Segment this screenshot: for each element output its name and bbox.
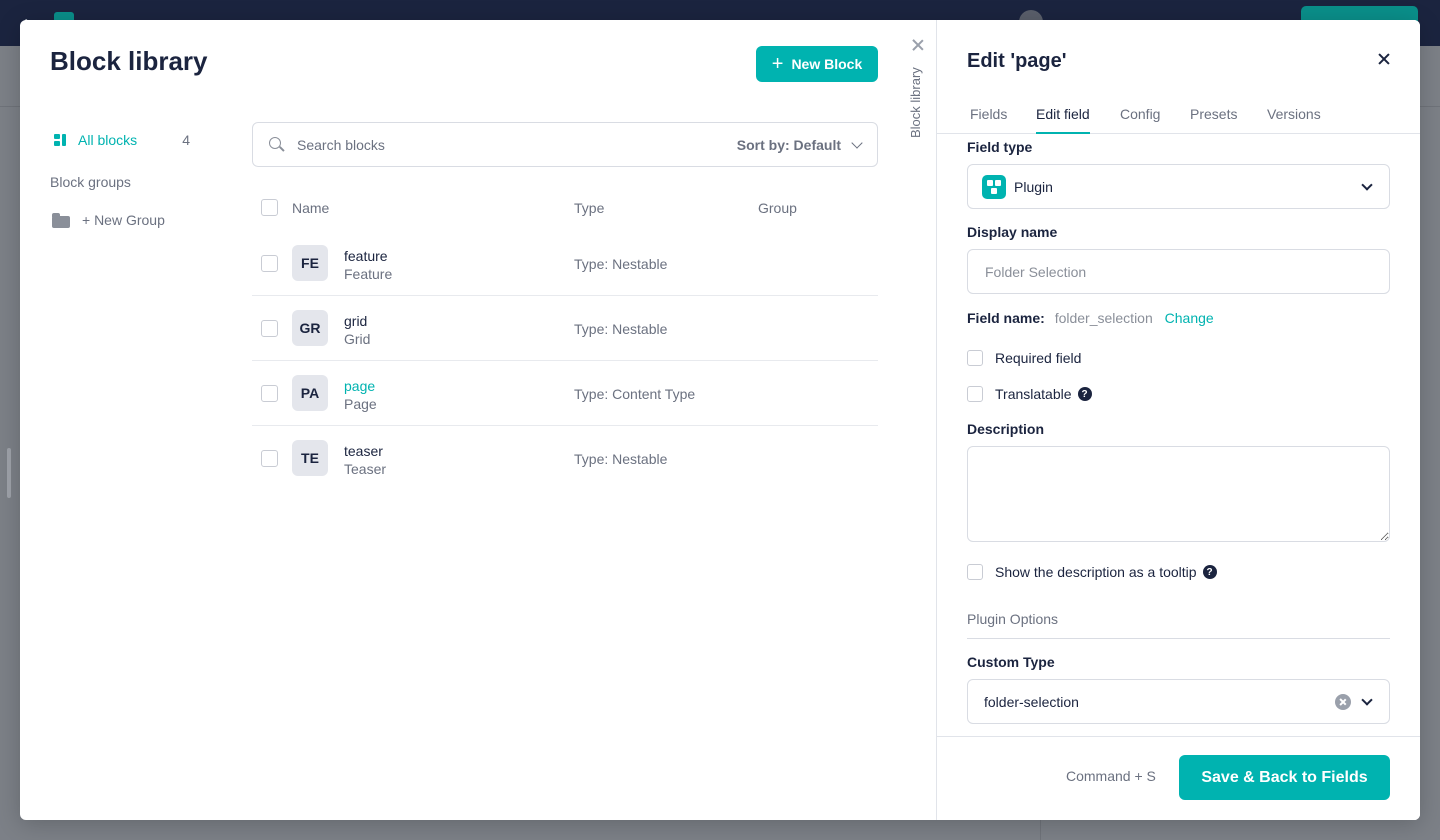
required-field-checkbox[interactable] bbox=[967, 350, 983, 366]
save-and-back-button[interactable]: Save & Back to Fields bbox=[1179, 755, 1390, 800]
clear-icon[interactable] bbox=[1335, 694, 1351, 710]
tooltip-row[interactable]: Show the description as a tooltip ? bbox=[967, 564, 1217, 580]
block-library-vertical-label: Block library bbox=[908, 67, 923, 138]
field-name-label: Field name: bbox=[967, 310, 1045, 326]
block-avatar: PA bbox=[292, 375, 328, 411]
description-textarea[interactable] bbox=[967, 446, 1390, 542]
tooltip-checkbox[interactable] bbox=[967, 564, 983, 580]
keyboard-shortcut-hint: Command + S bbox=[1066, 768, 1156, 784]
search-icon bbox=[269, 136, 285, 153]
block-type: Type: Content Type bbox=[574, 386, 696, 402]
plugin-options-heading: Plugin Options bbox=[967, 611, 1390, 639]
new-block-button[interactable]: + New Block bbox=[756, 46, 878, 82]
help-icon[interactable]: ? bbox=[1077, 387, 1092, 401]
field-name-value: folder_selection bbox=[1054, 310, 1153, 326]
background-divider-vertical bbox=[1040, 820, 1041, 840]
close-icon[interactable] bbox=[911, 38, 925, 52]
new-group-label: + New Group bbox=[82, 212, 165, 228]
block-display-name: Feature bbox=[344, 266, 393, 282]
block-library-modal: Block library + New Block All blocks 4 B… bbox=[20, 20, 1420, 820]
custom-type-label: Custom Type bbox=[967, 654, 1055, 670]
chevron-down-icon bbox=[851, 136, 863, 149]
field-type-label: Field type bbox=[967, 139, 1033, 155]
sort-label: Sort by: Default bbox=[736, 136, 841, 153]
display-name-input[interactable] bbox=[967, 249, 1390, 294]
block-type: Type: Nestable bbox=[574, 321, 668, 337]
block-groups-heading: Block groups bbox=[50, 174, 131, 190]
row-checkbox[interactable] bbox=[261, 255, 278, 272]
required-field-label: Required field bbox=[995, 350, 1082, 366]
row-checkbox[interactable] bbox=[261, 320, 278, 337]
block-avatar: TE bbox=[292, 440, 328, 476]
custom-type-value: folder-selection bbox=[984, 693, 1079, 710]
tab-config[interactable]: Config bbox=[1120, 106, 1160, 134]
translatable-row[interactable]: Translatable ? bbox=[967, 386, 1092, 402]
plugin-icon bbox=[982, 174, 1006, 199]
tooltip-label: Show the description as a tooltip bbox=[995, 564, 1197, 580]
blocks-icon bbox=[52, 132, 68, 148]
display-name-label: Display name bbox=[967, 224, 1058, 240]
block-type: Type: Nestable bbox=[574, 451, 668, 467]
column-header-name: Name bbox=[292, 200, 330, 216]
panel-footer: Command + S Save & Back to Fields bbox=[937, 736, 1420, 820]
block-display-name: Page bbox=[344, 396, 377, 412]
help-icon[interactable]: ? bbox=[1202, 565, 1217, 579]
block-type: Type: Nestable bbox=[574, 256, 668, 272]
folder-icon bbox=[52, 212, 70, 228]
translatable-label: Translatable bbox=[995, 386, 1072, 402]
chevron-down-icon bbox=[1361, 694, 1373, 706]
block-name: teaser bbox=[344, 443, 383, 459]
background-drag-handle bbox=[7, 448, 11, 498]
block-name: grid bbox=[344, 313, 368, 329]
chevron-down-icon bbox=[1361, 179, 1373, 191]
all-blocks-count: 4 bbox=[182, 132, 190, 148]
tab-fields[interactable]: Fields bbox=[970, 106, 1007, 134]
tab-edit-field[interactable]: Edit field bbox=[1036, 106, 1090, 134]
change-field-name-link[interactable]: Change bbox=[1165, 310, 1214, 326]
table-row[interactable]: GR grid Grid Type: Nestable bbox=[252, 296, 878, 361]
sort-dropdown[interactable]: Sort by: Default bbox=[736, 136, 863, 153]
search-input[interactable] bbox=[297, 136, 737, 153]
block-library-title: Block library bbox=[50, 46, 208, 76]
table-row[interactable]: PA page Page Type: Content Type bbox=[252, 361, 878, 426]
panel-title: Edit 'page' bbox=[967, 50, 1067, 72]
field-type-select[interactable]: Plugin bbox=[967, 164, 1390, 209]
block-avatar: GR bbox=[292, 310, 328, 346]
field-type-value: Plugin bbox=[1014, 178, 1053, 195]
all-blocks-label: All blocks bbox=[78, 132, 138, 148]
table-row[interactable]: TE teaser Teaser Type: Nestable bbox=[252, 426, 878, 491]
translatable-checkbox[interactable] bbox=[967, 386, 983, 402]
block-display-name: Grid bbox=[344, 331, 371, 347]
panel-tabs: Fields Edit field Config Presets Version… bbox=[937, 104, 1420, 134]
tab-versions[interactable]: Versions bbox=[1267, 106, 1321, 134]
select-all-checkbox[interactable] bbox=[261, 199, 278, 216]
row-checkbox[interactable] bbox=[261, 385, 278, 402]
block-display-name: Teaser bbox=[344, 461, 387, 477]
sidebar-item-all-blocks[interactable]: All blocks 4 bbox=[52, 130, 190, 150]
column-header-type: Type bbox=[574, 200, 605, 216]
column-header-group: Group bbox=[758, 200, 797, 216]
description-label: Description bbox=[967, 421, 1045, 437]
close-panel-button[interactable] bbox=[1367, 42, 1401, 76]
block-name[interactable]: page bbox=[344, 378, 375, 394]
search-bar: Sort by: Default bbox=[252, 122, 878, 167]
new-group-button[interactable]: + New Group bbox=[52, 212, 165, 228]
required-field-row[interactable]: Required field bbox=[967, 350, 1081, 366]
block-library-collapse-strip[interactable]: Block library bbox=[900, 20, 936, 820]
table-row[interactable]: FE feature Feature Type: Nestable bbox=[252, 231, 878, 296]
table-header: Name Type Group bbox=[252, 199, 878, 220]
field-name-row: Field name: folder_selection Change bbox=[967, 310, 1214, 326]
tab-presets[interactable]: Presets bbox=[1190, 106, 1237, 134]
row-checkbox[interactable] bbox=[261, 450, 278, 467]
new-block-label: New Block bbox=[791, 56, 863, 72]
custom-type-select[interactable]: folder-selection bbox=[967, 679, 1390, 724]
edit-panel: Edit 'page' Fields Edit field Config Pre… bbox=[936, 20, 1420, 820]
block-name: feature bbox=[344, 248, 388, 264]
plus-icon: + bbox=[771, 53, 784, 75]
block-avatar: FE bbox=[292, 245, 328, 281]
